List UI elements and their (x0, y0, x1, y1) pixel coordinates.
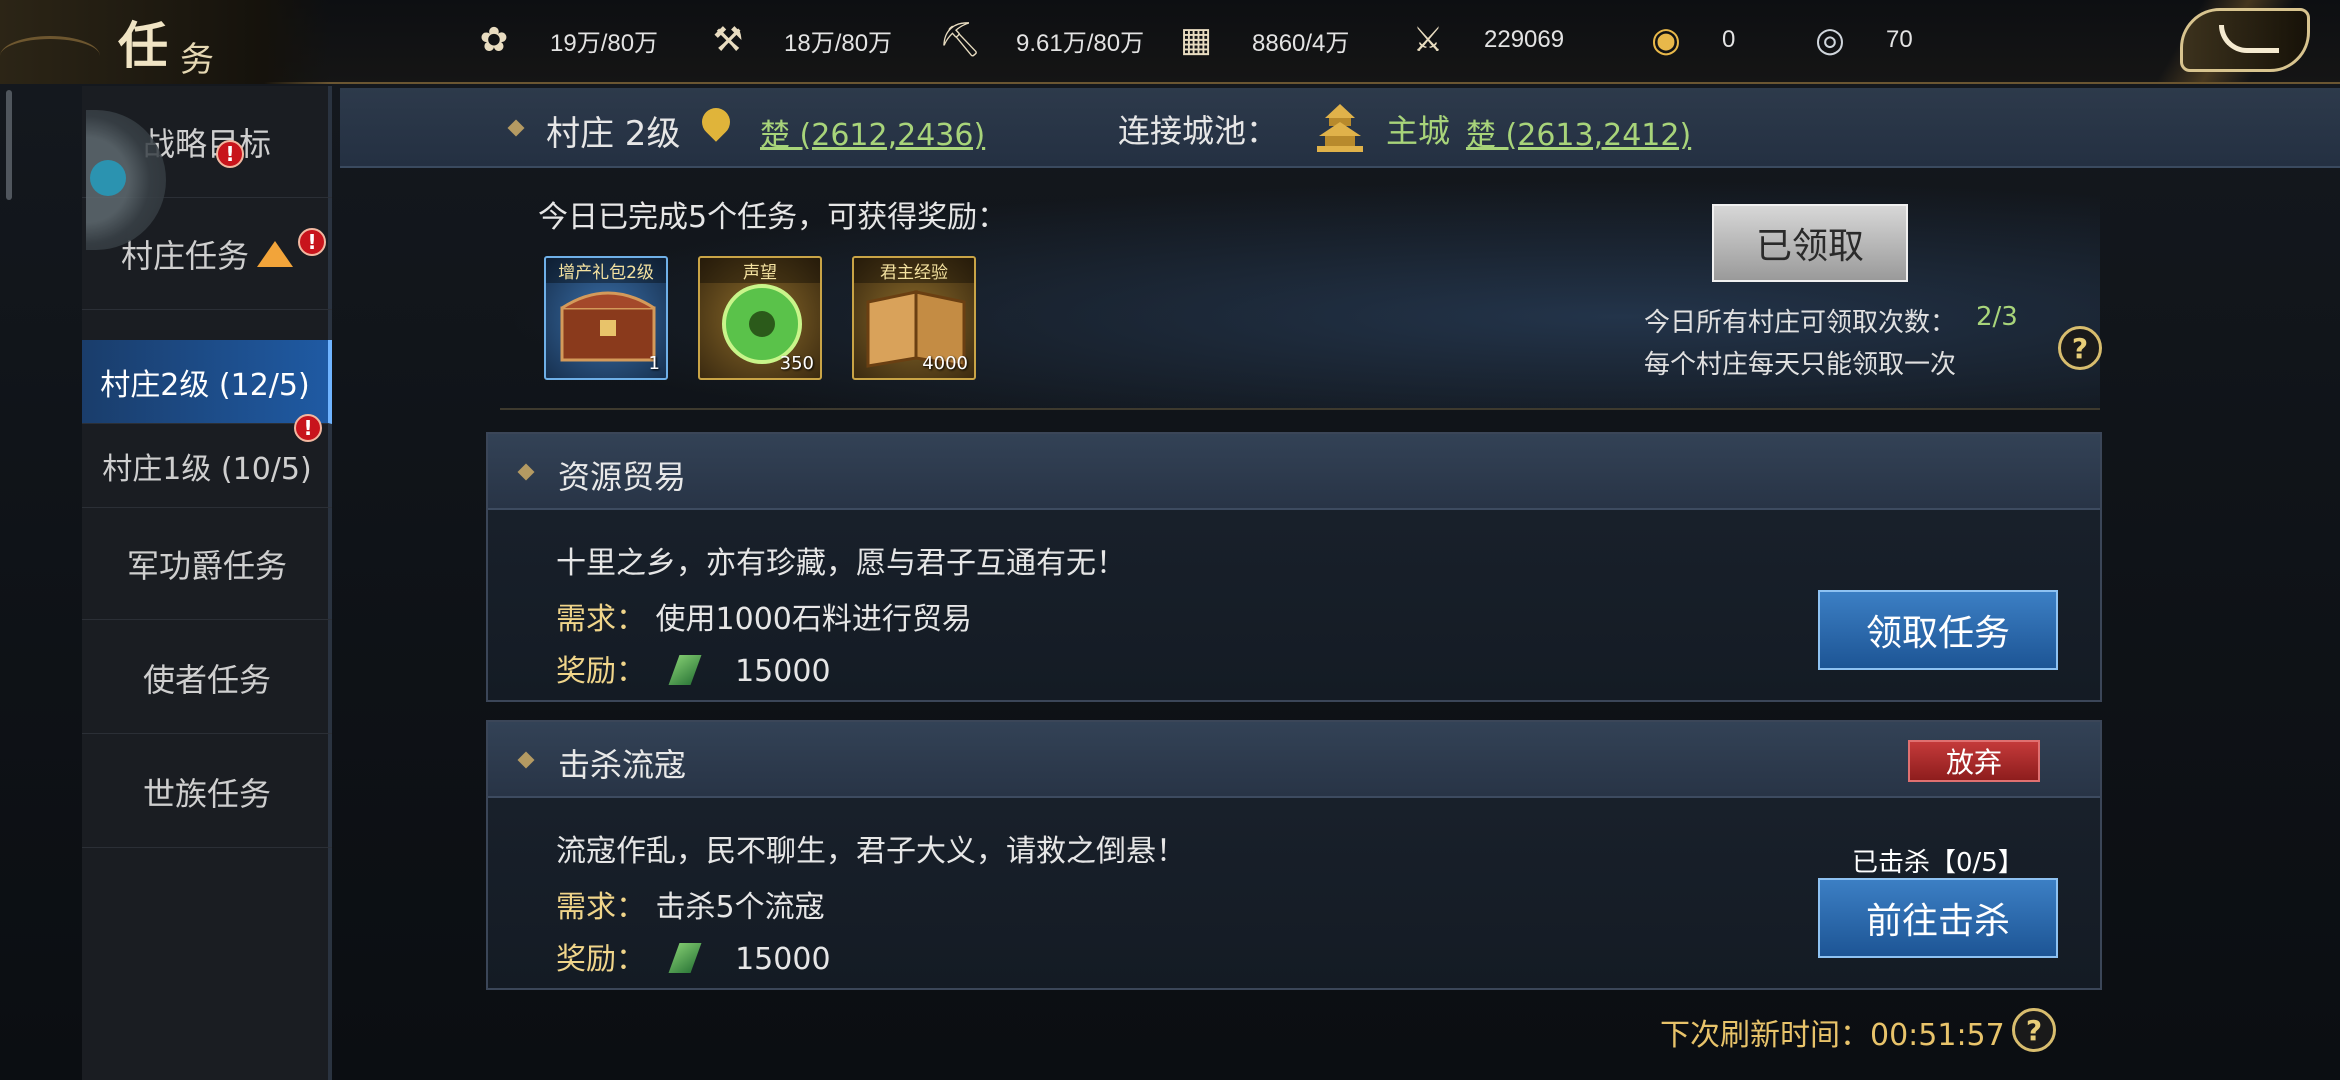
reward-item-label: 增产礼包2级 (546, 258, 666, 283)
help-icon[interactable]: ? (2012, 1008, 2056, 1052)
help-icon[interactable]: ? (2058, 326, 2102, 370)
diamond-bullet-icon (517, 463, 535, 481)
resource-copper[interactable]: ⚔ 229069 (1404, 0, 1564, 80)
alert-badge-icon: ! (294, 414, 322, 442)
back-button[interactable] (2180, 8, 2310, 72)
grain-icon: ✿ (479, 20, 509, 60)
location-pin-icon (696, 102, 736, 142)
requirement-label: 需求： (556, 890, 646, 925)
top-resource-bar: 任 务 ✿ 19万/80万 ⚒ 18万/80万 ⛏ 9.61万/80万 ▦ 88… (0, 0, 2340, 84)
collapse-triangle-icon (257, 240, 293, 267)
quest-title: 击杀流寇 (558, 746, 687, 784)
resource-value: 70 (1886, 26, 1913, 53)
diamond-bullet-icon (517, 751, 535, 769)
sidebar-item-clan[interactable]: 世族任务 (82, 736, 332, 848)
quest-title: 资源贸易 (558, 458, 687, 496)
claim-times-value: 2/3 (1976, 302, 2018, 332)
go-kill-button[interactable]: 前往击杀 (1818, 878, 2058, 958)
main-city-label: 主城 (1386, 112, 1451, 150)
reward-item-count: 4000 (922, 353, 968, 374)
sidebar-item-label: 世族任务 (142, 774, 271, 813)
accept-quest-button[interactable]: 领取任务 (1818, 590, 2058, 670)
resource-gold[interactable]: ◉ 0 (1642, 0, 1735, 80)
copper-coin-icon (668, 943, 702, 973)
diamond-bullet-icon (507, 119, 525, 137)
reward-item-prestige[interactable]: 声望 350 (698, 256, 822, 380)
title-swirl-ornament (0, 36, 100, 76)
sidebar-item-village-level-1[interactable]: 村庄1级 (10/5) (82, 424, 332, 508)
reward-label: 奖励： (556, 654, 646, 689)
copper-icon: ⚔ (1412, 20, 1444, 60)
resource-value: 18万/80万 (784, 29, 893, 57)
requirement-text: 击杀5个流寇 (655, 890, 825, 925)
abandon-button[interactable]: 放弃 (1908, 740, 2040, 782)
claim-rule-note: 每个村庄每天只能领取一次 (1644, 350, 1957, 380)
sidebar-item-label: 村庄1级 (10/5) (102, 451, 312, 487)
reward-label: 奖励： (556, 942, 646, 977)
alert-badge-icon: ! (298, 228, 326, 256)
pagoda-icon (1317, 104, 1363, 152)
village-coordinate-link[interactable]: 楚 (2612,2436) (760, 110, 985, 154)
quest-header: 资源贸易 (488, 434, 2100, 510)
daily-reward-intro: 今日已完成5个任务，可获得奖励： (538, 200, 1008, 235)
quest-description: 十里之乡，亦有珍藏，愿与君子互通有无！ (556, 546, 1126, 581)
reward-item-lord-exp[interactable]: 君主经验 4000 (852, 256, 976, 380)
village-level-label: 村庄 2级 (546, 114, 681, 154)
quest-card: 击杀流寇 放弃 流寇作乱，民不聊生，君子大义，请救之倒悬！ 需求： 击杀5个流寇… (486, 720, 2102, 990)
sidebar-item-village-level-2[interactable]: 村庄2级 (12/5) (82, 340, 332, 424)
iron-icon: ⛏ (938, 20, 982, 60)
copper-coin-icon (668, 655, 702, 685)
sidebar-item-label: 村庄2级 (12/5) (100, 367, 310, 403)
claimed-button[interactable]: 已领取 (1712, 204, 1908, 282)
assistant-icon (90, 160, 126, 196)
wood-icon: ⚒ (712, 20, 744, 60)
resource-value: 229069 (1484, 26, 1565, 53)
resource-value: 19万/80万 (550, 29, 659, 57)
resource-wood[interactable]: ⚒ 18万/80万 (704, 0, 892, 80)
next-refresh-time: 下次刷新时间：00:51:57 (1660, 1018, 2005, 1053)
city-coordinate-link[interactable]: 楚 (2613,2412) (1466, 110, 1691, 154)
stone-icon: ▦ (1179, 20, 1213, 60)
reward-item-gift-box[interactable]: 增产礼包2级 1 (544, 256, 668, 380)
resource-grain[interactable]: ✿ 19万/80万 (470, 0, 658, 80)
sidebar-item-label: 村庄任务 (120, 236, 249, 275)
gold-ingot-icon: ◉ (1651, 20, 1681, 60)
sidebar-item-envoy[interactable]: 使者任务 (82, 622, 332, 734)
reward-item-label: 声望 (700, 258, 820, 283)
kill-progress: 已击杀【0/5】 (1852, 848, 2024, 878)
resource-stone[interactable]: ▦ 8860/4万 (1172, 0, 1349, 80)
title-plate: 任 务 (0, 0, 330, 84)
resource-value: 0 (1722, 26, 1736, 53)
claim-times-label: 今日所有村庄可领取次数： (1644, 308, 1957, 338)
sidebar-item-label: 使者任务 (142, 660, 271, 699)
back-arrow-icon (2219, 25, 2279, 53)
sidebar-item-military-rank[interactable]: 军功爵任务 (82, 508, 332, 620)
resource-value: 8860/4万 (1252, 29, 1350, 57)
reward-item-count: 350 (779, 353, 814, 374)
daily-reward-panel: 今日已完成5个任务，可获得奖励： 增产礼包2级 1 声望 350 君主经验 40… (500, 180, 2102, 410)
sidebar-item-label: 军功爵任务 (126, 546, 287, 585)
silver-ingot-icon: ◎ (1815, 20, 1845, 60)
reward-item-count: 1 (648, 353, 660, 374)
quest-description: 流寇作乱，民不聊生，君子大义，请救之倒悬！ (556, 834, 1186, 869)
requirement-label: 需求： (556, 602, 646, 637)
quest-header: 击杀流寇 放弃 (488, 722, 2100, 798)
quest-screen: 任 务 ✿ 19万/80万 ⚒ 18万/80万 ⛏ 9.61万/80万 ▦ 88… (0, 0, 2340, 1080)
quest-card: 资源贸易 十里之乡，亦有珍藏，愿与君子互通有无！ 需求： 使用1000石料进行贸… (486, 432, 2102, 702)
reward-amount: 15000 (735, 942, 831, 977)
resource-iron[interactable]: ⛏ 9.61万/80万 (936, 0, 1144, 80)
alert-badge-icon: ! (216, 140, 244, 168)
resource-silver[interactable]: ◎ 70 (1806, 0, 1913, 80)
reward-item-label: 君主经验 (854, 258, 974, 283)
requirement-text: 使用1000石料进行贸易 (655, 602, 972, 637)
page-title-sub: 务 (180, 40, 214, 80)
page-title-main: 任 (118, 16, 168, 75)
edge-handle[interactable] (6, 90, 12, 200)
village-info-header: 村庄 2级 楚 (2612,2436) 连接城池： 主城 楚 (2613,241… (340, 88, 2340, 168)
resource-value: 9.61万/80万 (1016, 29, 1145, 57)
connected-city-label: 连接城池： (1118, 112, 1279, 150)
reward-amount: 15000 (735, 654, 831, 689)
